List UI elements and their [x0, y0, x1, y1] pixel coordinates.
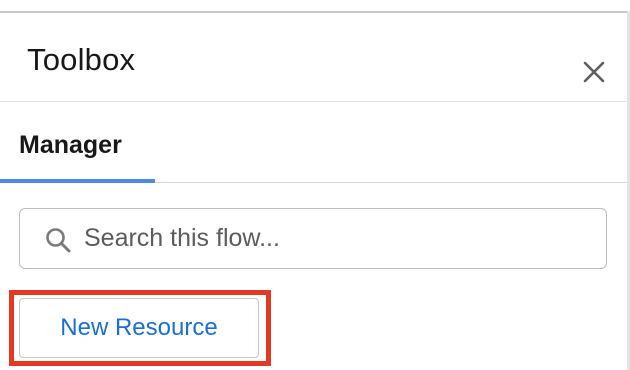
- close-button[interactable]: [575, 53, 613, 91]
- search-input[interactable]: [84, 209, 584, 267]
- tab-manager[interactable]: Manager: [0, 102, 155, 183]
- tab-bar: Manager: [0, 102, 627, 183]
- tab-manager-label: Manager: [19, 131, 122, 159]
- panel-header: Toolbox: [0, 13, 627, 102]
- search-icon: [46, 228, 71, 253]
- close-icon: [583, 61, 605, 83]
- active-tab-indicator: [0, 179, 155, 183]
- toolbox-panel: Toolbox Manager New Resource: [0, 0, 630, 370]
- new-resource-button[interactable]: New Resource: [19, 298, 259, 358]
- search-box[interactable]: [19, 208, 607, 269]
- panel-title: Toolbox: [27, 42, 136, 77]
